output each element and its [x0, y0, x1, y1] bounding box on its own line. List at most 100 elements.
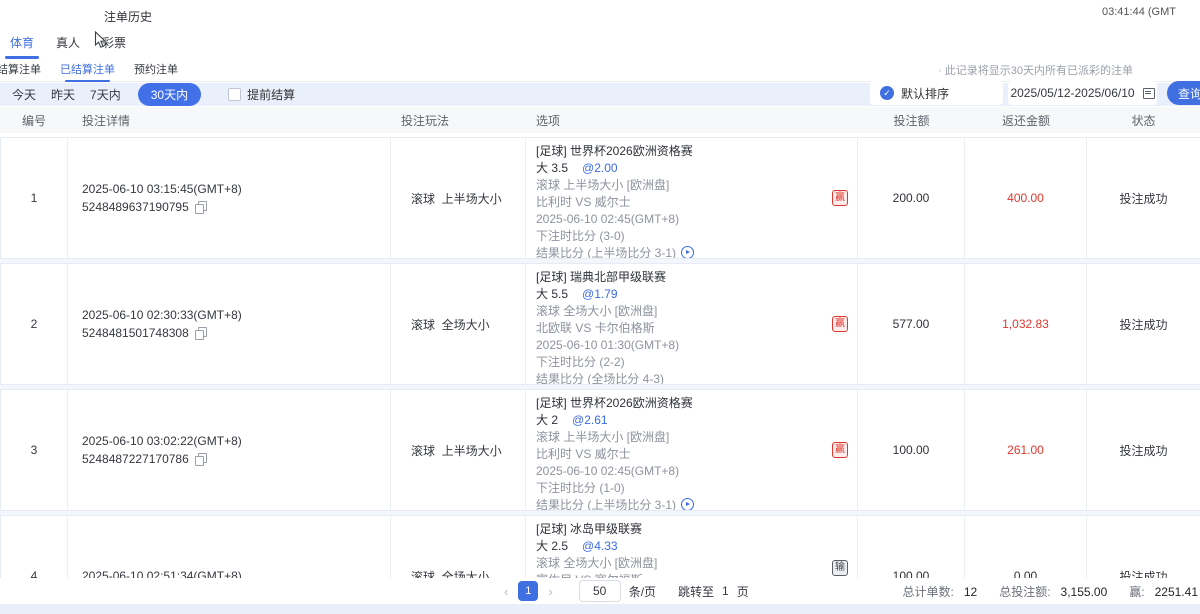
league-name: [足球] 世界杯2026欧洲资格赛 — [536, 395, 833, 412]
filter-7days[interactable]: 7天内 — [90, 86, 121, 103]
result-score: 结果比分 (上半场比分 3-1) — [536, 497, 833, 510]
stake-amount: 200.00 — [858, 138, 965, 258]
bottom-strip — [0, 604, 1200, 614]
match-teams: 北欧联 VS 卡尔伯格斯 — [536, 320, 833, 337]
prev-page-icon[interactable]: ‹ — [502, 584, 510, 599]
per-page-label: 条/页 — [629, 583, 656, 600]
win-icon: 赢 — [832, 316, 848, 332]
stake-amount: 577.00 — [858, 264, 965, 384]
copy-icon[interactable] — [195, 201, 206, 213]
copy-icon[interactable] — [195, 453, 206, 465]
filter-yesterday[interactable]: 昨天 — [51, 86, 75, 103]
subtab-reserved[interactable]: 预约注单 — [133, 57, 179, 81]
bet-odds: @2.61 — [572, 413, 608, 427]
col-status: 状态 — [1087, 112, 1200, 129]
summary-totals: 总计单数: 12 总投注额: 3,155.00 赢: 2251.41 — [903, 583, 1199, 600]
col-play-type: 投注玩法 — [391, 112, 526, 129]
early-settle-filter[interactable]: 提前结算 — [228, 86, 295, 103]
server-time: 03:41:44 (GMT — [1102, 6, 1176, 18]
col-number: 编号 — [0, 112, 68, 129]
table-row: 2 2025-06-10 02:30:33(GMT+8) 52484815017… — [0, 263, 1200, 385]
table-footer: ‹ 1 › 条/页 跳转至 1 页 总计单数: 12 总投注额: 3,155.0… — [0, 578, 1200, 604]
filter-bar: 今天 昨天 7天内 30天内 提前结算 ✓ 默认排序 2025/05/12-20… — [0, 83, 1200, 106]
date-range-value: 2025/05/12-2025/06/10 — [1010, 86, 1134, 100]
result-score: 结果比分 (上半场比分 3-1) — [536, 245, 833, 258]
total-stake-label: 总投注额: — [999, 583, 1050, 600]
page-number-button[interactable]: 1 — [518, 581, 538, 601]
win-icon: 赢 — [832, 442, 848, 458]
col-stake: 投注额 — [858, 112, 965, 129]
market-info: 滚球 上半场大小 [欧洲盘] — [536, 177, 833, 194]
table-row: 3 2025-06-10 03:02:22(GMT+8) 52484872271… — [0, 389, 1200, 511]
bet-order-id: 5248489637190795 — [82, 198, 189, 216]
records-note: · 此记录将显示30天内所有已派彩的注单 — [938, 62, 1133, 78]
score-at-bet: 下注时比分 (3-0) — [536, 228, 833, 245]
sort-label: 默认排序 — [901, 85, 949, 102]
bet-history-page: 注单历史 03:41:44 (GMT 体育 真人 彩票 未结算注单 已结算注单 … — [0, 0, 1200, 614]
jump-to-label: 跳转至 — [678, 583, 714, 600]
bet-time: 2025-06-10 03:02:22(GMT+8) — [82, 432, 390, 450]
col-selection: 选项 — [526, 112, 858, 129]
filter-today[interactable]: 今天 — [12, 86, 36, 103]
match-time: 2025-06-10 01:30(GMT+8) — [536, 337, 833, 354]
bet-table-body: 1 2025-06-10 03:15:45(GMT+8) 52484896371… — [0, 137, 1200, 614]
result-detail-icon[interactable] — [681, 498, 694, 510]
page-title: 注单历史 — [104, 8, 152, 25]
pagination: ‹ 1 › 条/页 跳转至 1 页 — [502, 580, 749, 602]
col-return: 返还金额 — [965, 112, 1087, 129]
total-count-label: 总计单数: — [903, 583, 954, 600]
next-page-icon[interactable]: › — [546, 584, 554, 599]
filter-30days[interactable]: 30天内 — [138, 83, 201, 106]
bet-status: 投注成功 — [1087, 390, 1200, 510]
total-win-label: 赢: — [1129, 583, 1144, 600]
result-detail-icon[interactable] — [681, 246, 694, 258]
col-bet-details: 投注详情 — [68, 112, 391, 129]
subtab-unsettled[interactable]: 未结算注单 — [0, 57, 42, 81]
bet-odds: @2.00 — [582, 161, 618, 175]
match-time: 2025-06-10 02:45(GMT+8) — [536, 463, 833, 480]
date-range-picker[interactable]: 2025/05/12-2025/06/10 — [1008, 81, 1157, 105]
early-settle-label: 提前结算 — [247, 86, 295, 103]
calendar-icon — [1143, 87, 1155, 99]
match-teams: 比利时 VS 威尔士 — [536, 446, 833, 463]
market-info: 滚球 全场大小 [欧洲盘] — [536, 303, 833, 320]
subtab-settled[interactable]: 已结算注单 — [59, 57, 116, 81]
table-header: 编号 投注详情 投注玩法 选项 投注额 返还金额 状态 — [0, 107, 1200, 133]
table-row: 1 2025-06-10 03:15:45(GMT+8) 52484896371… — [0, 137, 1200, 259]
stake-amount: 100.00 — [858, 390, 965, 510]
total-count-value: 12 — [964, 585, 977, 599]
early-settle-checkbox[interactable] — [228, 88, 241, 101]
league-name: [足球] 瑞典北部甲级联赛 — [536, 269, 833, 286]
score-at-bet: 下注时比分 (1-0) — [536, 480, 833, 497]
bet-selection: 大 3.5 — [536, 161, 568, 175]
page-size-input[interactable] — [579, 580, 621, 602]
bet-selection: 大 5.5 — [536, 287, 568, 301]
bet-order-id: 5248487227170786 — [82, 450, 189, 468]
bet-play-type: 滚球 上半场大小 — [391, 390, 526, 510]
match-teams: 比利时 VS 威尔士 — [536, 194, 833, 211]
bet-number: 1 — [1, 138, 68, 258]
bet-status: 投注成功 — [1087, 264, 1200, 384]
league-name: [足球] 冰岛甲级联赛 — [536, 521, 833, 538]
bet-number: 2 — [1, 264, 68, 384]
bet-selection: 大 2 — [536, 413, 558, 427]
score-at-bet: 下注时比分 (2-2) — [536, 354, 833, 371]
bet-selection: 大 2.5 — [536, 539, 568, 553]
jump-page-value[interactable]: 1 — [722, 584, 729, 598]
bet-time: 2025-06-10 03:15:45(GMT+8) — [82, 180, 390, 198]
bet-time: 2025-06-10 02:30:33(GMT+8) — [82, 306, 390, 324]
copy-icon[interactable] — [195, 327, 206, 339]
bet-play-type: 滚球 上半场大小 — [391, 138, 526, 258]
league-name: [足球] 世界杯2026欧洲资格赛 — [536, 143, 833, 160]
market-info: 滚球 上半场大小 [欧洲盘] — [536, 429, 833, 446]
total-win-value: 2251.41 — [1155, 585, 1198, 599]
sort-select[interactable]: ✓ 默认排序 — [870, 81, 1003, 105]
match-time: 2025-06-10 02:45(GMT+8) — [536, 211, 833, 228]
search-button[interactable]: 查询 — [1167, 81, 1200, 105]
bet-play-type: 滚球 全场大小 — [391, 264, 526, 384]
bet-odds: @1.79 — [582, 287, 618, 301]
bet-number: 3 — [1, 390, 68, 510]
market-info: 滚球 全场大小 [欧洲盘] — [536, 555, 833, 572]
return-amount: 1,032.83 — [965, 264, 1087, 384]
lose-icon: 输 — [832, 560, 848, 576]
